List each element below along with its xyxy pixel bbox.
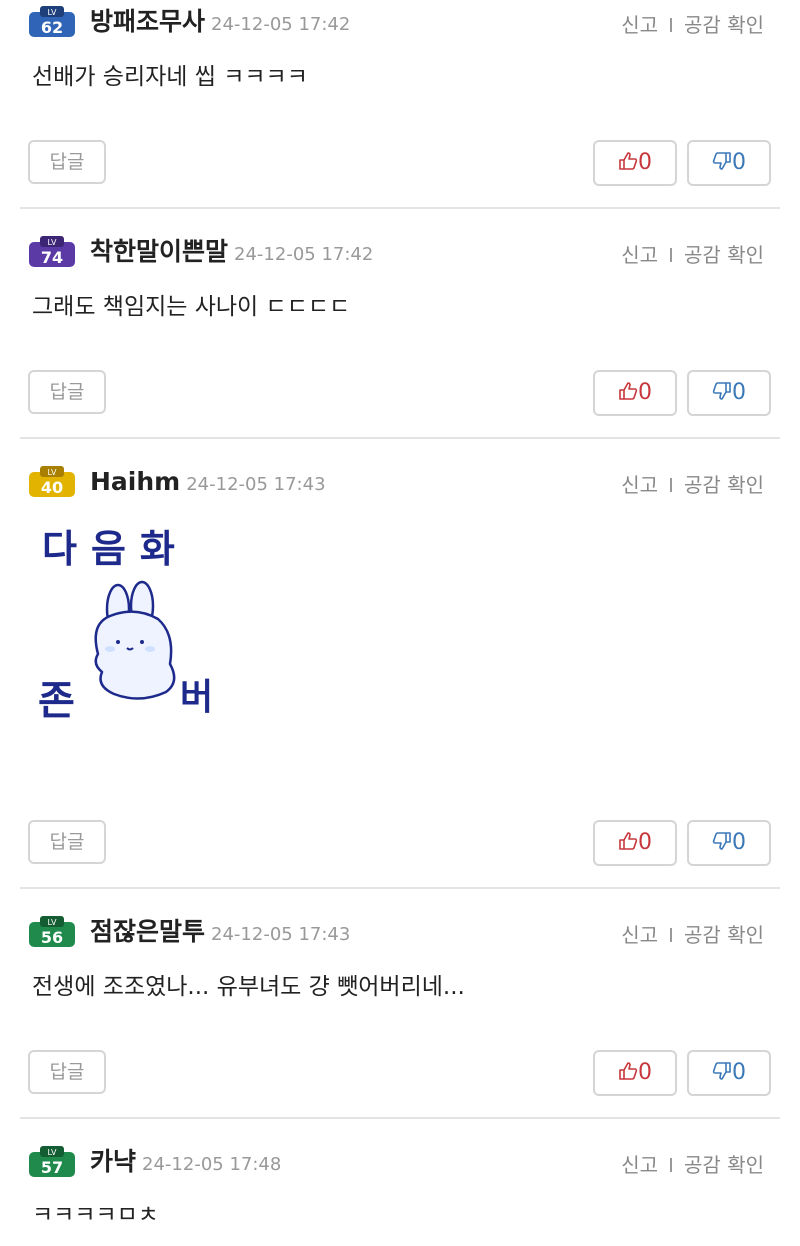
nickname[interactable]: 점잖은말투	[90, 917, 205, 946]
comment-divider	[20, 1117, 780, 1119]
divider	[670, 477, 673, 492]
reply-button[interactable]: 답글	[28, 1050, 106, 1094]
thumbs-down-icon	[712, 152, 731, 170]
comment-item: LV 56 점잖은말투 24-12-05 17:43 신고 공감 확인 전생에 조조…	[0, 914, 800, 1118]
reply-button[interactable]: 답글	[28, 370, 106, 414]
divider	[670, 17, 673, 32]
comment-actions: 신고 공감 확인	[621, 470, 764, 500]
dislike-button[interactable]: 0	[687, 820, 771, 866]
like-count: 0	[638, 1060, 652, 1085]
comment-item: LV 57 카냑 24-12-05 17:48 신고 공감 확인 ㅋㅋㅋㅋㅁㅊ	[0, 1144, 800, 1246]
comment-header: 방패조무사 24-12-05 17:42	[90, 5, 350, 42]
dislike-count: 0	[732, 830, 746, 855]
like-count: 0	[638, 150, 652, 175]
comment-divider	[20, 887, 780, 889]
dislike-button[interactable]: 0	[687, 370, 771, 416]
like-button[interactable]: 0	[593, 140, 677, 186]
like-button[interactable]: 0	[593, 1050, 677, 1096]
sticker-top-text: 다음화	[42, 527, 189, 571]
timestamp: 24-12-05 17:43	[186, 474, 326, 495]
nickname[interactable]: 방패조무사	[90, 7, 205, 36]
svg-text:LV: LV	[47, 8, 57, 17]
level-badge-icon: LV 57	[29, 1146, 75, 1177]
like-button[interactable]: 0	[593, 820, 677, 866]
report-link[interactable]: 신고	[621, 473, 658, 497]
divider	[670, 1157, 673, 1172]
level-badge-icon: LV 40	[29, 466, 75, 497]
reply-button[interactable]: 답글	[28, 820, 106, 864]
dislike-count: 0	[732, 150, 746, 175]
timestamp: 24-12-05 17:48	[142, 1154, 282, 1175]
like-button[interactable]: 0	[593, 370, 677, 416]
sympathy-check-link[interactable]: 공감 확인	[684, 473, 764, 497]
nickname[interactable]: 착한말이쁜말	[90, 237, 228, 266]
timestamp: 24-12-05 17:43	[211, 924, 351, 945]
thumbs-up-icon	[619, 1062, 638, 1080]
thumbs-up-icon	[619, 832, 638, 850]
svg-text:LV: LV	[47, 238, 57, 247]
sympathy-check-link[interactable]: 공감 확인	[684, 243, 764, 267]
like-count: 0	[638, 830, 652, 855]
level-number: 62	[41, 18, 63, 37]
sticker-image: 다음화 존 버	[38, 527, 213, 724]
level-number: 40	[41, 478, 63, 497]
level-badge-icon: LV 62	[29, 6, 75, 37]
report-link[interactable]: 신고	[621, 1153, 658, 1177]
sticker-right-text: 버	[180, 677, 213, 718]
comment-text: 선배가 승리자네 씹 ㅋㅋㅋㅋ	[32, 64, 308, 90]
sympathy-check-link[interactable]: 공감 확인	[684, 923, 764, 947]
svg-text:LV: LV	[47, 468, 57, 477]
thumbs-down-icon	[712, 832, 731, 850]
level-number: 56	[41, 928, 63, 947]
comment-item: LV 74 착한말이쁜말 24-12-05 17:42 신고 공감 확인 그래도 책…	[0, 234, 800, 438]
comment-text: ㅋㅋㅋㅋㅁㅊ	[32, 1202, 159, 1228]
comment-header: Haihm 24-12-05 17:43	[90, 465, 326, 502]
comment-item: LV 62 방패조무사 24-12-05 17:42 신고 공감 확인 선배가 승리…	[0, 4, 800, 208]
comment-text: 그래도 책임지는 사나이 ㄷㄷㄷㄷ	[32, 294, 351, 320]
thumbs-down-icon	[712, 1062, 731, 1080]
dislike-button[interactable]: 0	[687, 140, 771, 186]
comment-actions: 신고 공감 확인	[621, 920, 764, 950]
sympathy-check-link[interactable]: 공감 확인	[684, 13, 764, 37]
dislike-count: 0	[732, 380, 746, 405]
level-number: 74	[41, 248, 63, 267]
thumbs-up-icon	[619, 382, 638, 400]
comment-item: LV 40 Haihm 24-12-05 17:43 신고 공감 확인 다음화 존 …	[0, 464, 800, 888]
report-link[interactable]: 신고	[621, 923, 658, 947]
divider	[670, 247, 673, 262]
report-link[interactable]: 신고	[621, 243, 658, 267]
svg-text:LV: LV	[47, 1148, 57, 1157]
thumbs-down-icon	[712, 382, 731, 400]
reply-button[interactable]: 답글	[28, 140, 106, 184]
bunny-icon	[94, 580, 176, 700]
report-link[interactable]: 신고	[621, 13, 658, 37]
nickname[interactable]: 카냑	[90, 1147, 136, 1176]
level-badge-icon: LV 74	[29, 236, 75, 267]
comment-text: 전생에 조조였나... 유부녀도 걍 뺏어버리네...	[32, 974, 465, 1000]
comment-header: 카냑 24-12-05 17:48	[90, 1145, 281, 1182]
timestamp: 24-12-05 17:42	[211, 14, 351, 35]
dislike-count: 0	[732, 1060, 746, 1085]
timestamp: 24-12-05 17:42	[234, 244, 374, 265]
sticker-left-text: 존	[38, 678, 75, 724]
comment-divider	[20, 207, 780, 209]
comment-header: 착한말이쁜말 24-12-05 17:42	[90, 235, 373, 272]
svg-text:LV: LV	[47, 918, 57, 927]
comment-actions: 신고 공감 확인	[621, 10, 764, 40]
comment-actions: 신고 공감 확인	[621, 240, 764, 270]
sympathy-check-link[interactable]: 공감 확인	[684, 1153, 764, 1177]
comment-divider	[20, 437, 780, 439]
level-number: 57	[41, 1158, 63, 1177]
divider	[670, 927, 673, 942]
level-badge-icon: LV 56	[29, 916, 75, 947]
nickname[interactable]: Haihm	[90, 467, 180, 496]
like-count: 0	[638, 380, 652, 405]
comment-header: 점잖은말투 24-12-05 17:43	[90, 915, 350, 952]
comment-actions: 신고 공감 확인	[621, 1150, 764, 1180]
thumbs-up-icon	[619, 152, 638, 170]
dislike-button[interactable]: 0	[687, 1050, 771, 1096]
